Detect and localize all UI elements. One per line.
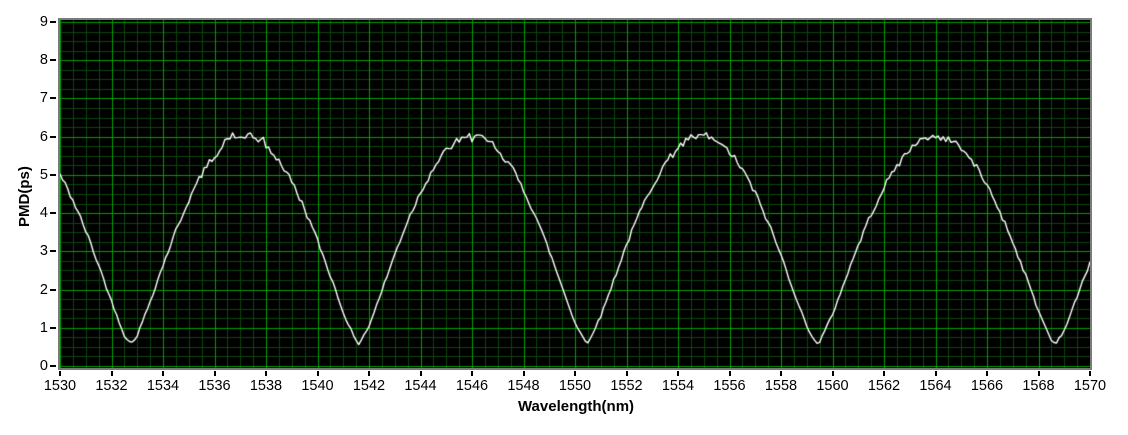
x-tick-label: 1550 bbox=[558, 378, 592, 394]
x-tick-mark bbox=[625, 371, 628, 376]
x-tick-label: 1568 bbox=[1022, 378, 1055, 394]
x-tick-label: 1554 bbox=[661, 378, 695, 394]
x-tick-mark bbox=[522, 371, 525, 376]
x-tick-label: 1530 bbox=[43, 378, 77, 394]
y-tick-mark bbox=[50, 21, 56, 23]
y-tick-label: 9 bbox=[39, 14, 48, 30]
y-tick-mark bbox=[50, 250, 56, 253]
y-tick-label: 3 bbox=[39, 243, 48, 260]
y-tick-mark bbox=[50, 326, 56, 329]
x-tick-mark bbox=[213, 371, 216, 376]
x-tick-mark bbox=[110, 371, 113, 376]
y-tick-mark bbox=[50, 97, 56, 100]
x-tick-label: 1570 bbox=[1073, 378, 1107, 394]
x-tick-label: 1566 bbox=[970, 378, 1004, 394]
x-tick-mark bbox=[883, 371, 885, 376]
y-tick-label: 4 bbox=[39, 205, 48, 222]
y-tick-label: 8 bbox=[39, 52, 48, 69]
y-tick-mark bbox=[50, 59, 56, 62]
y-tick-mark bbox=[50, 173, 56, 176]
x-tick-label: 1536 bbox=[198, 378, 231, 394]
y-tick-label: 1 bbox=[39, 319, 48, 336]
x-tick-mark bbox=[1089, 371, 1091, 376]
x-tick-label: 1546 bbox=[455, 378, 489, 394]
x-tick-label: 1532 bbox=[95, 378, 128, 394]
y-axis-title: PMD(ps) bbox=[16, 166, 33, 228]
x-tick-mark bbox=[316, 371, 319, 376]
x-tick-label: 1556 bbox=[713, 378, 746, 394]
x-tick-label: 1552 bbox=[610, 378, 643, 394]
x-tick-mark bbox=[1037, 371, 1040, 376]
x-tick-mark bbox=[831, 371, 834, 376]
x-tick-mark bbox=[59, 371, 61, 376]
x-tick-label: 1534 bbox=[146, 378, 180, 394]
plot-area[interactable] bbox=[58, 18, 1092, 370]
x-tick-mark bbox=[780, 371, 782, 376]
x-tick-label: 1564 bbox=[919, 378, 952, 394]
x-tick-label: 1544 bbox=[404, 378, 437, 394]
y-tick-label: 7 bbox=[39, 90, 48, 107]
x-tick-label: 1542 bbox=[352, 378, 386, 394]
y-tick-mark bbox=[50, 212, 56, 215]
x-tick-mark bbox=[419, 371, 422, 376]
y-tick-label: 5 bbox=[39, 166, 48, 183]
x-axis-title: Wavelength(nm) bbox=[517, 398, 635, 415]
x-tick-mark bbox=[368, 371, 370, 376]
x-tick-label: 1540 bbox=[301, 378, 334, 394]
y-tick-mark bbox=[50, 365, 56, 367]
x-tick-label: 1558 bbox=[764, 378, 798, 394]
x-tick-mark bbox=[265, 371, 267, 376]
x-tick-mark bbox=[471, 371, 473, 376]
y-tick-label: 6 bbox=[39, 128, 48, 145]
x-tick-mark bbox=[934, 371, 937, 376]
y-tick-mark bbox=[50, 288, 56, 291]
x-tick-label: 1548 bbox=[507, 378, 540, 394]
x-tick-mark bbox=[677, 371, 679, 376]
y-tick-label: 2 bbox=[39, 281, 48, 298]
x-tick-mark bbox=[574, 371, 576, 376]
x-tick-label: 1538 bbox=[249, 378, 283, 394]
pmd-wavelength-graph: PMD(ps) 9 8 7 6 5 4 3 2 1 0 1530 1532 1534 1536 1538 1… bbox=[0, 0, 1128, 435]
x-tick-mark bbox=[986, 371, 988, 376]
plot-canvas[interactable] bbox=[60, 20, 1090, 368]
y-tick-label: 0 bbox=[39, 358, 48, 374]
x-tick-mark bbox=[728, 371, 731, 376]
y-tick-mark bbox=[50, 135, 56, 138]
x-tick-label: 1560 bbox=[816, 378, 849, 394]
x-tick-label: 1562 bbox=[867, 378, 901, 394]
x-tick-mark bbox=[162, 371, 164, 376]
